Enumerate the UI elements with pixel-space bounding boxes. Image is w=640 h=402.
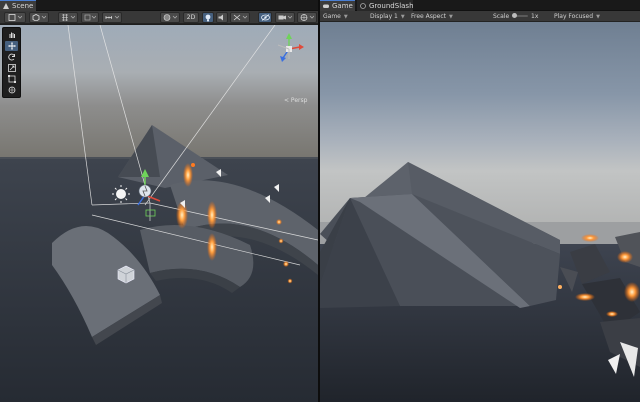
tab-groundslash[interactable]: GroundSlash [357,0,414,11]
shading-mode-button[interactable] [160,12,180,23]
display-label: Display 1 [370,13,398,20]
tab-game[interactable]: Game [320,0,355,11]
grid-icon [62,14,75,21]
scale-icon [7,64,16,72]
snap-button[interactable] [81,12,99,23]
scene-toolbar: 2D [0,11,318,24]
sphere-shading-icon [163,14,177,21]
cube-gizmo-icon [117,265,135,284]
tool-strip [2,27,21,98]
camera-icon [278,15,292,20]
move-icon [7,42,16,50]
lightbulb-icon [205,14,211,21]
layout-dropdown-icon [8,14,22,21]
grid-button[interactable] [58,12,78,23]
globe-icon [300,14,314,21]
game-tabbar: Game GroundSlash [320,0,640,11]
game-mode-label: Game [323,13,341,20]
gizmos-button[interactable] [297,12,317,23]
scene-viewport[interactable]: < Persp [0,25,318,402]
hand-icon [9,32,15,38]
game-panel: Game GroundSlash Game ▼ Display 1 ▼ Free A… [320,0,640,402]
cube-dropdown-icon [32,14,46,21]
scale-label: Scale [493,13,510,20]
rect-transform-icon [7,75,16,83]
2d-toggle-label: 2D [186,14,196,21]
increment-snap-button[interactable] [102,12,122,23]
game-toolbar: Game ▼ Display 1 ▼ Free Aspect ▼ Scale 1x P… [320,11,640,22]
effects-button[interactable] [230,12,250,23]
hand-tool[interactable] [5,30,18,40]
scene-panel: Scene 2D < Persp [0,0,318,402]
lighting-toggle-button[interactable] [202,12,214,23]
scale-value: 1x [531,13,539,20]
tab-groundslash-label: GroundSlash [369,2,414,10]
display-dropdown[interactable]: Display 1 ▼ [370,11,405,22]
speaker-icon [218,14,223,21]
scale-tool[interactable] [5,63,18,73]
play-focused-dropdown[interactable]: Play Focused ▼ [554,11,600,22]
gamepad-icon [323,4,329,8]
rotate-icon [7,53,15,61]
camera-settings-button[interactable] [275,12,295,23]
aspect-dropdown[interactable]: Free Aspect ▼ [411,11,453,22]
play-focused-label: Play Focused [554,13,594,20]
2d-toggle-button[interactable]: 2D [183,12,199,23]
game-mode-dropdown[interactable]: Game ▼ [323,11,348,22]
scale-slider-handle[interactable] [512,13,517,18]
transform-tool[interactable] [5,85,18,95]
move-tool[interactable] [5,41,18,51]
tab-scene-label: Scene [12,2,34,10]
tab-scene[interactable]: Scene [0,0,36,11]
transform-icon [8,86,15,94]
rotate-tool[interactable] [5,52,18,62]
aspect-label: Free Aspect [411,13,447,20]
scene-tabbar: Scene [0,0,318,11]
view-options-button[interactable] [4,12,26,23]
game-viewport[interactable] [320,22,640,402]
visibility-toggle-button[interactable] [258,12,272,23]
game-render [320,22,640,402]
effects-icon [233,14,247,21]
scene-render [0,25,318,402]
snap-icon [84,14,96,21]
eye-off-icon [260,14,270,21]
ruler-icon [105,15,119,19]
animation-icon [360,3,366,9]
tab-game-label: Game [332,2,353,10]
persp-label[interactable]: < Persp [284,97,307,104]
rect-tool[interactable] [5,74,18,84]
draw-mode-button[interactable] [29,12,49,23]
scene-tab-icon [3,3,9,9]
audio-toggle-button[interactable] [216,12,228,23]
